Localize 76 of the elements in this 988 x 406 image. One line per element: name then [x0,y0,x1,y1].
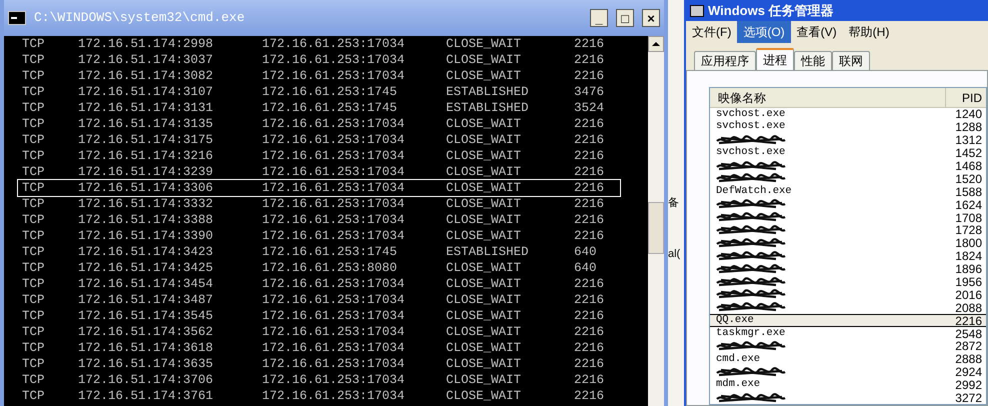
console-line: TCP 172.16.51.174:3239 172.16.61.253:17034 CLOSE_WAIT 2216 [22,164,606,180]
process-row[interactable]: 1956 [710,276,986,288]
computer-icon [690,4,704,16]
process-row[interactable]: 1624 [710,198,986,212]
process-row[interactable]: 1312 [710,134,986,147]
tab[interactable]: 应用程序 [694,51,756,70]
scrollbar-thumb[interactable] [648,202,664,254]
process-row[interactable]: 2872 [710,340,986,353]
process-row[interactable]: 1824 [710,250,986,263]
process-name: mdm.exe [716,377,760,392]
console-line: TCP 172.16.51.174:3135 172.16.61.253:17034 CLOSE_WAIT 2216 [22,116,606,132]
console-line: TCP 172.16.51.174:3618 172.16.61.253:17034 CLOSE_WAIT 2216 [22,340,606,356]
console-line: TCP 172.16.51.174:3487 172.16.61.253:17034 CLOSE_WAIT 2216 [22,292,606,308]
process-row[interactable]: svchost.exe 1452 [710,146,986,160]
console-line: TCP 172.16.51.174:3388 172.16.61.253:17034 CLOSE_WAIT 2216 [22,212,606,228]
process-row[interactable]: taskmgr.exe 2548 [710,327,986,340]
console-line: TCP 172.16.51.174:3635 172.16.61.253:17034 CLOSE_WAIT 2216 [22,356,606,372]
console-line: TCP 172.16.51.174:3175 172.16.61.253:17034 CLOSE_WAIT 2216 [22,132,606,148]
process-name: svchost.exe [716,106,786,120]
scroll-up-icon [652,42,660,46]
process-row[interactable]: 2924 [710,366,986,379]
process-name: svchost.exe [716,145,786,160]
tab[interactable]: 联网 [832,51,870,70]
process-row[interactable]: DefWatch.exe 1588 [710,185,986,198]
console-icon [8,11,26,25]
minimize-button[interactable]: _ [590,9,608,27]
process-row[interactable]: 1896 [710,262,986,276]
console-line: TCP 172.16.51.174:3423 172.16.61.253:1745 ESTABLISHED 640 [22,244,598,260]
process-name: cmd.exe [716,352,760,366]
menu-item[interactable]: 文件(F) [686,21,738,43]
process-row[interactable]: svchost.exe 1240 [710,108,986,121]
menu-item[interactable]: 选项(O) [737,21,791,43]
console-line: TCP 172.16.51.174:3562 172.16.61.253:17034 CLOSE_WAIT 2216 [22,324,606,340]
tab[interactable]: 进程 [756,48,794,70]
window-title: Windows 任务管理器 [708,2,834,20]
process-name: taskmgr.exe [716,326,786,341]
console-line: TCP 172.16.51.174:3332 172.16.61.253:17034 CLOSE_WAIT 2216 [22,196,606,212]
console-line: TCP 172.16.51.174:3706 172.16.61.253:17034 CLOSE_WAIT 2216 [22,372,606,388]
console-line: TCP 172.16.51.174:3425 172.16.61.253:8080 CLOSE_WAIT 640 [22,260,598,276]
process-row[interactable]: 1468 [710,160,986,172]
process-row[interactable]: QQ.exe 2216 [710,314,986,328]
console-line: TCP 172.16.51.174:3306 172.16.61.253:17034 CLOSE_WAIT 2216 [18,180,620,196]
window-title: C:\WINDOWS\system32\cmd.exe [34,9,246,28]
close-button[interactable]: × [642,9,660,27]
tab[interactable]: 性能 [794,51,832,70]
console-line: TCP 172.16.51.174:3454 172.16.61.253:17034 CLOSE_WAIT 2216 [22,276,606,292]
process-row[interactable]: 3272 [710,392,986,404]
menu-item[interactable]: 帮助(H) [842,21,896,43]
process-row[interactable]: 1520 [710,172,986,186]
console-line: TCP 172.16.51.174:3107 172.16.61.253:1745 ESTABLISHED 3476 [22,84,606,100]
process-row[interactable]: 1800 [710,236,986,250]
console-line: TCP 172.16.51.174:3131 172.16.61.253:1745 ESTABLISHED 3524 [22,100,606,116]
console-line: TCP 172.16.51.174:3761 172.16.61.253:17034 CLOSE_WAIT 2216 [22,388,606,404]
process-row[interactable]: mdm.exe 2992 [710,378,986,392]
partial-text: 备 [668,196,680,211]
menu-item[interactable]: 查看(V) [790,21,843,43]
console-line: TCP 172.16.51.174:3216 172.16.61.253:17034 CLOSE_WAIT 2216 [22,148,606,164]
console-line: TCP 172.16.51.174:3545 172.16.61.253:17034 CLOSE_WAIT 2216 [22,308,606,324]
process-name: QQ.exe [716,312,754,327]
process-row[interactable]: cmd.exe 2888 [710,352,986,366]
console-line: TCP 172.16.51.174:3390 172.16.61.253:17034 CLOSE_WAIT 2216 [22,228,606,244]
process-row[interactable]: svchost.exe 1288 [710,120,986,134]
process-row[interactable]: 2088 [710,301,986,314]
console-line: TCP 172.16.51.174:3037 172.16.61.253:17034 CLOSE_WAIT 2216 [22,52,606,68]
process-name: DefWatch.exe [716,184,792,199]
console-line: TCP 172.16.51.174:3082 172.16.61.253:17034 CLOSE_WAIT 2216 [22,68,606,84]
column-header[interactable]: 映像名称 [710,88,946,107]
process-row[interactable]: 1728 [710,224,986,237]
process-row[interactable]: 1708 [710,211,986,224]
process-name: svchost.exe [716,119,786,134]
partial-text: al( [668,246,682,262]
column-header[interactable]: PID [946,88,986,107]
maximize-button[interactable]: □ [616,9,634,27]
console-line: TCP 172.16.51.174:2998 172.16.61.253:17034 CLOSE_WAIT 2216 [22,36,606,52]
process-row[interactable]: 2016 [710,288,986,302]
scrollbar[interactable] [648,36,664,406]
